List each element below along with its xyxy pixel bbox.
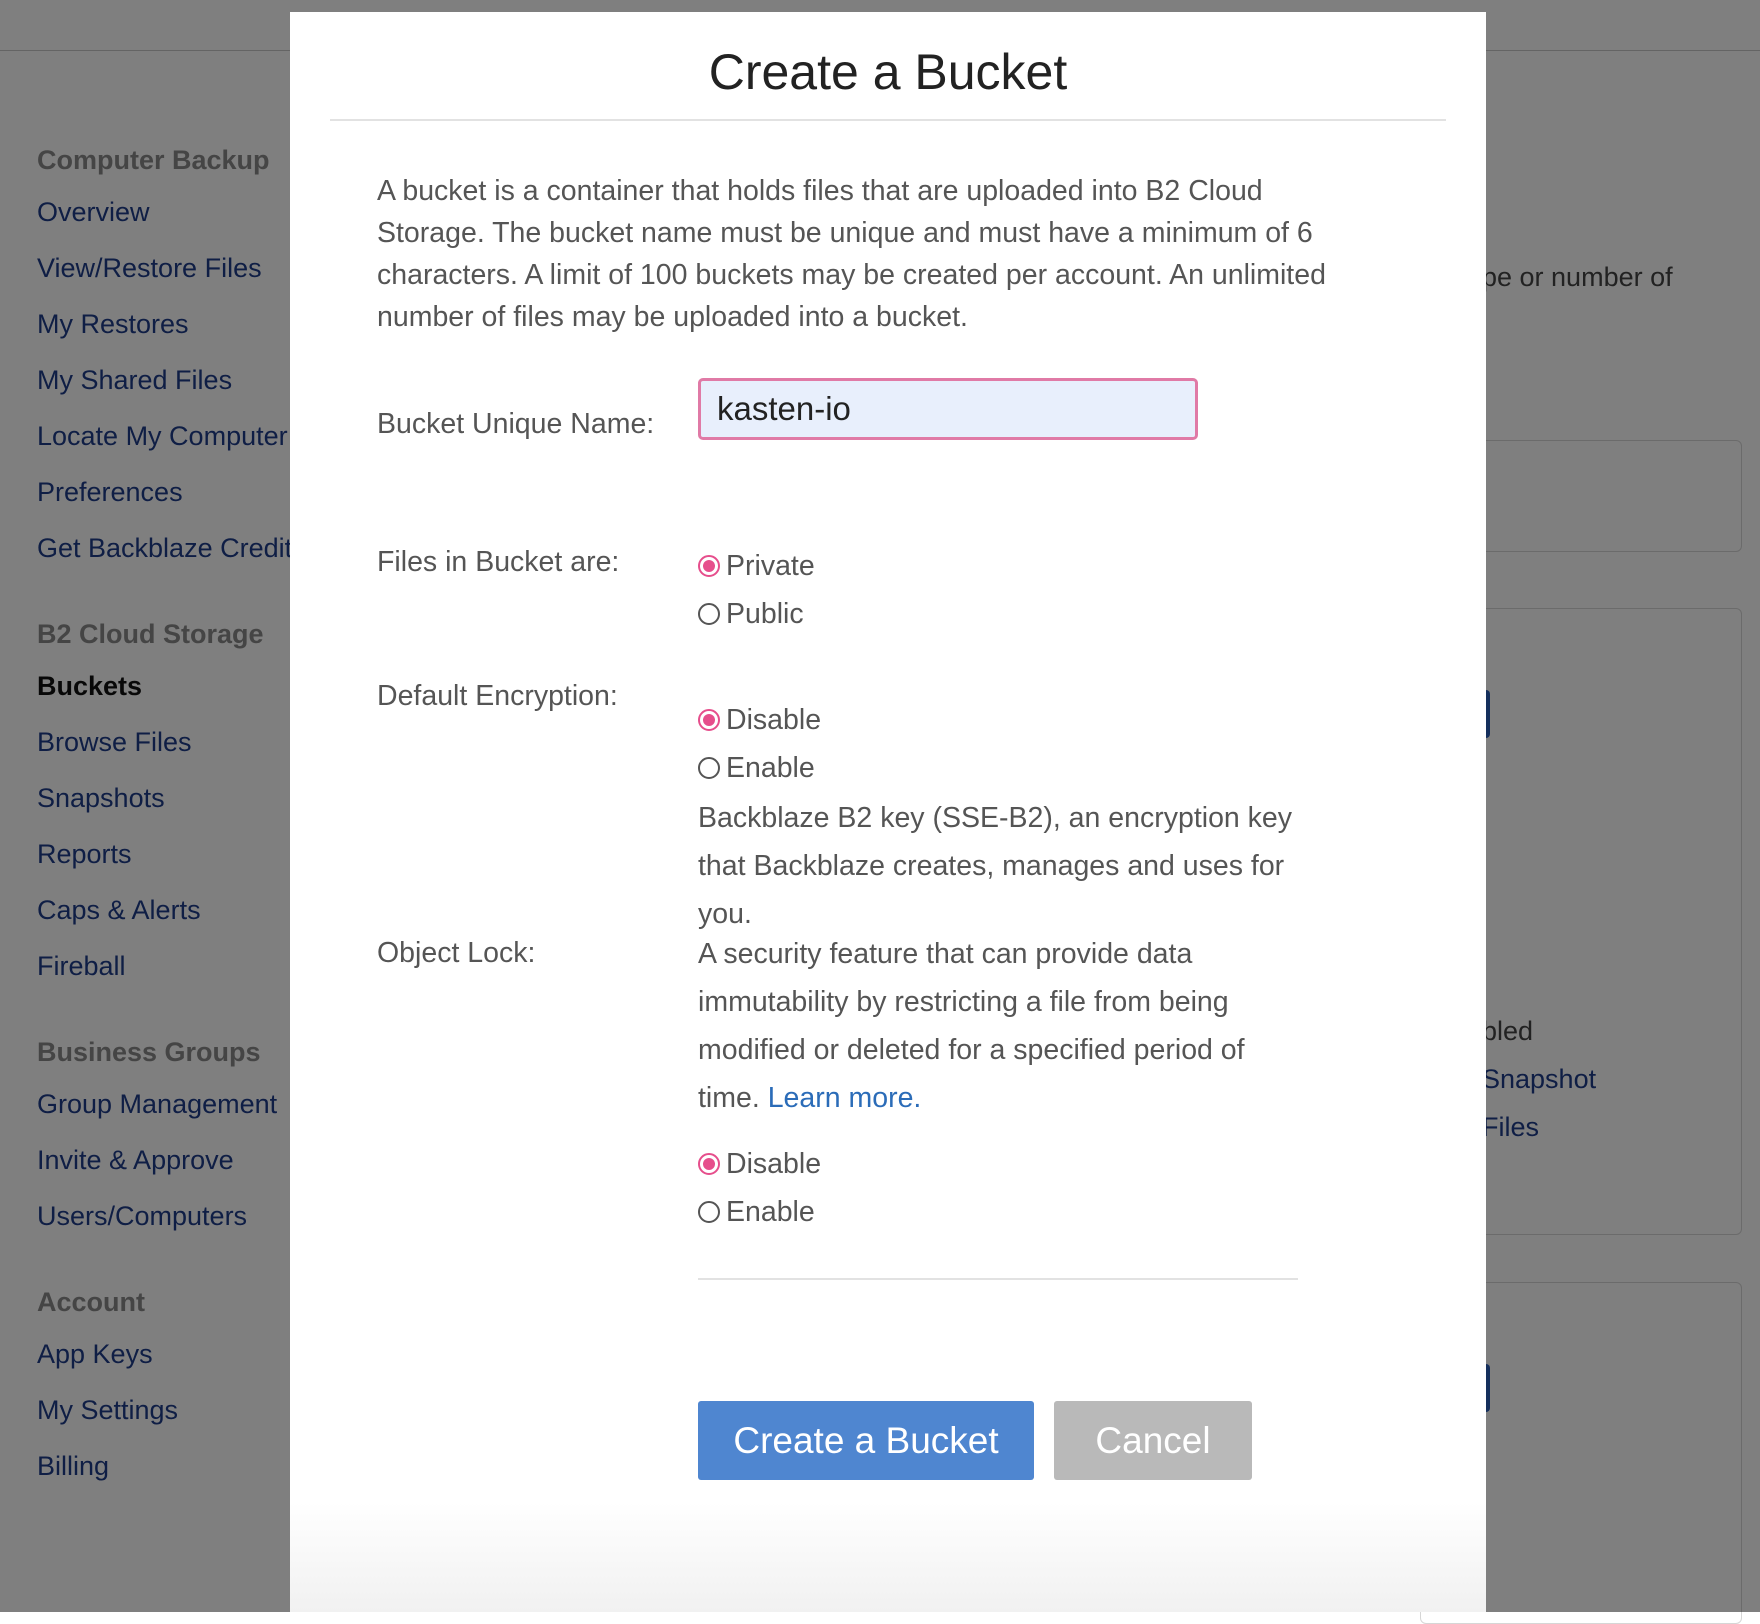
encryption-label: Default Encryption: — [377, 680, 618, 712]
radio-object-lock-enable-label: Enable — [726, 1195, 815, 1228]
dialog-title: Create a Bucket — [708, 43, 1068, 100]
form-divider — [698, 1278, 1298, 1280]
radio-public-unchecked-icon[interactable] — [698, 603, 720, 625]
radio-object-lock-disable[interactable]: Disable — [698, 1144, 821, 1184]
radio-object-lock-enable[interactable]: Enable — [698, 1192, 815, 1232]
cancel-button[interactable]: Cancel — [1054, 1401, 1252, 1480]
radio-object-lock-disable-checked-icon[interactable] — [698, 1153, 720, 1175]
radio-encryption-disable[interactable]: Disable — [698, 700, 821, 740]
radio-public[interactable]: Public — [698, 594, 804, 634]
visibility-label: Files in Bucket are: — [377, 546, 620, 578]
object-lock-label: Object Lock: — [377, 937, 536, 969]
create-bucket-dialog: Create a Bucket A bucket is a container … — [290, 12, 1486, 1612]
radio-public-label: Public — [726, 597, 804, 630]
radio-private[interactable]: Private — [698, 546, 815, 586]
radio-encryption-disable-checked-icon[interactable] — [698, 709, 720, 731]
radio-object-lock-enable-unchecked-icon[interactable] — [698, 1201, 720, 1223]
radio-private-label: Private — [726, 549, 815, 582]
bucket-name-label: Bucket Unique Name: — [377, 408, 655, 440]
radio-private-checked-icon[interactable] — [698, 555, 720, 577]
radio-encryption-enable[interactable]: Enable — [698, 748, 815, 788]
radio-object-lock-disable-label: Disable — [726, 1147, 822, 1180]
object-lock-help: A security feature that can provide data… — [698, 930, 1298, 1122]
encryption-help-text: Backblaze B2 key (SSE-B2), an encryption… — [698, 802, 1293, 930]
radio-encryption-enable-label: Enable — [726, 751, 815, 784]
title-divider — [330, 119, 1446, 121]
create-bucket-button[interactable]: Create a Bucket — [698, 1401, 1034, 1480]
radio-encryption-disable-label: Disable — [726, 703, 822, 736]
learn-more-link[interactable]: Learn more. — [768, 1082, 922, 1114]
bucket-name-input[interactable] — [698, 378, 1198, 440]
modal-footer-fade — [290, 1502, 1486, 1612]
radio-encryption-enable-unchecked-icon[interactable] — [698, 757, 720, 779]
dialog-description: A bucket is a container that holds files… — [377, 175, 1326, 333]
